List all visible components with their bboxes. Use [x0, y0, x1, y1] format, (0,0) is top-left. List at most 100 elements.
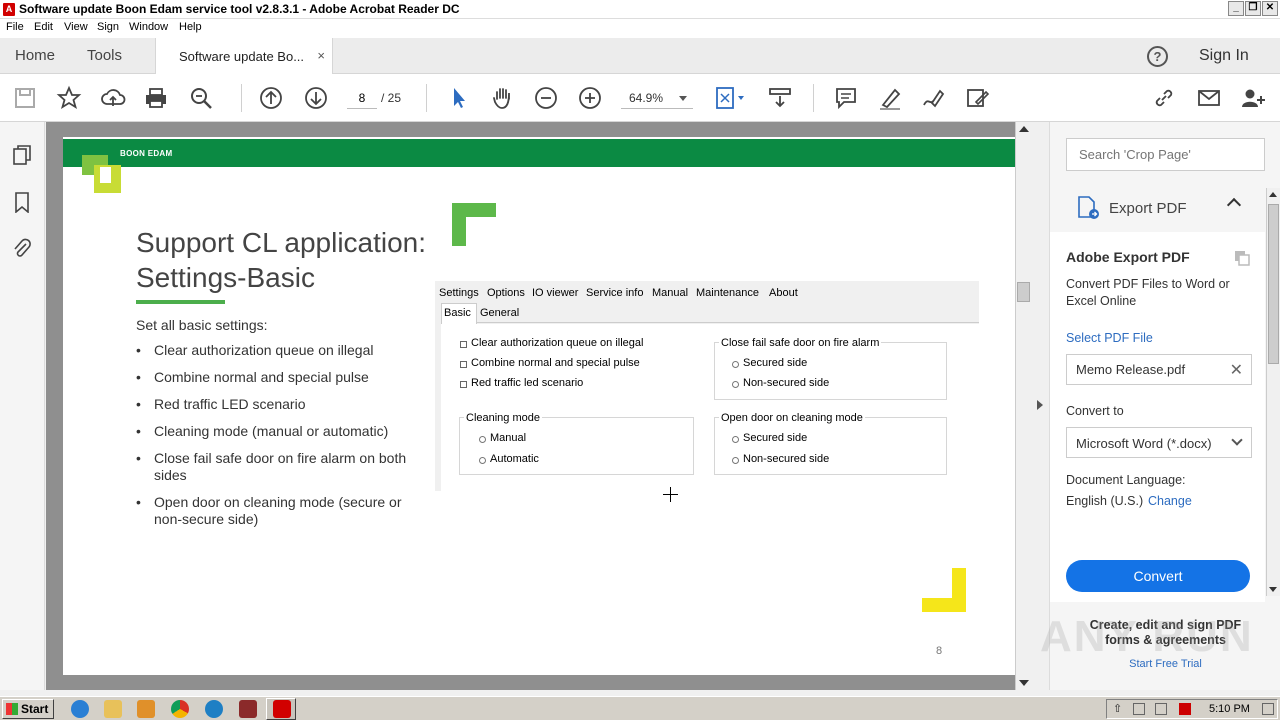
screenshot-menu-item: Settings — [439, 287, 479, 299]
acrobat-icon — [273, 700, 291, 718]
show-desktop-icon[interactable] — [1262, 703, 1274, 715]
right-tools-panel: Export PDF Adobe Export PDF Convert PDF … — [1049, 122, 1280, 690]
email-icon[interactable] — [1196, 85, 1222, 111]
collapse-right-arrow-icon[interactable] — [1037, 400, 1043, 410]
export-pdf-header[interactable]: Export PDF — [1050, 184, 1265, 232]
chevron-up-icon[interactable] — [1226, 197, 1242, 213]
document-scrollbar[interactable] — [1015, 122, 1031, 690]
pdf-page: BOON EDAM Support CL application: Settin… — [63, 137, 1015, 675]
system-tray: ⇧ 5:10 PM — [1106, 699, 1278, 719]
logo-shape — [100, 167, 111, 183]
sign-icon[interactable] — [920, 85, 946, 111]
acrobat-app-icon: A — [3, 3, 15, 16]
comment-icon[interactable] — [833, 85, 859, 111]
restore-button[interactable]: ❐ — [1245, 1, 1261, 16]
security-alert-icon[interactable] — [1179, 703, 1191, 715]
convert-button[interactable]: Convert — [1066, 560, 1250, 592]
watermark-text: ANY RUN — [1040, 612, 1254, 661]
fit-page-icon[interactable] — [713, 85, 749, 111]
slide-title: Support CL application: Settings-Basic — [136, 225, 426, 295]
select-cursor-icon[interactable] — [446, 85, 472, 111]
page-total: / 25 — [381, 91, 402, 105]
scrollbar-thumb[interactable] — [1268, 204, 1279, 364]
print-icon[interactable] — [143, 85, 169, 111]
clear-file-icon[interactable]: ✕ — [1230, 360, 1243, 380]
start-button[interactable]: Start — [2, 699, 54, 719]
tab-tools[interactable]: Tools — [87, 47, 122, 64]
acrobat-taskbar-button[interactable] — [266, 698, 296, 720]
zoom-level-dropdown[interactable]: 64.9% — [621, 87, 693, 109]
close-tab-icon[interactable]: × — [317, 48, 325, 63]
next-page-icon[interactable] — [303, 85, 329, 111]
left-navigation-rail — [0, 122, 45, 690]
page-number-input[interactable] — [347, 87, 377, 109]
minimize-button[interactable]: _ — [1228, 1, 1244, 16]
cleaning-mode-group — [459, 417, 694, 475]
previous-page-icon[interactable] — [258, 85, 284, 111]
upload-cloud-icon[interactable] — [100, 85, 126, 111]
menu-sign[interactable]: Sign — [97, 21, 119, 33]
search-zoom-icon[interactable] — [188, 85, 214, 111]
tray-expand-icon[interactable]: ⇧ — [1113, 702, 1122, 715]
bookmark-icon[interactable] — [11, 191, 33, 214]
menu-file[interactable]: File — [6, 21, 24, 33]
toolbar-divider — [426, 84, 427, 112]
scroll-mode-icon[interactable] — [767, 85, 793, 111]
network-icon[interactable] — [1155, 703, 1167, 715]
document-language-label: Document Language: — [1066, 473, 1186, 487]
header-band — [63, 139, 1015, 167]
radio-label: Manual — [490, 432, 527, 444]
change-language-link[interactable]: Change — [1148, 494, 1192, 508]
tool-search-input[interactable] — [1066, 138, 1265, 171]
export-pdf-icon — [1078, 196, 1099, 219]
scroll-down-icon[interactable] — [1019, 680, 1029, 686]
share-link-icon[interactable] — [1151, 85, 1177, 111]
scroll-up-icon[interactable] — [1269, 192, 1277, 197]
scroll-up-icon[interactable] — [1019, 126, 1029, 132]
scrollbar-thumb[interactable] — [1017, 282, 1030, 302]
chrome-icon[interactable] — [171, 700, 189, 718]
slide-page-number: 8 — [936, 645, 943, 657]
menu-edit[interactable]: Edit — [34, 21, 53, 33]
sign-in-link[interactable]: Sign In — [1199, 47, 1249, 65]
page-thumbnails-icon[interactable] — [11, 144, 33, 166]
checkbox-label: Combine normal and special pulse — [471, 357, 640, 369]
media-player-icon[interactable] — [137, 700, 155, 718]
selected-file-name: Memo Release.pdf — [1076, 362, 1186, 377]
menu-window[interactable]: Window — [129, 21, 168, 33]
right-panel-scrollbar[interactable] — [1266, 188, 1280, 596]
list-item: Combine normal and special pulse — [136, 369, 426, 386]
internet-explorer-icon[interactable] — [71, 700, 89, 718]
file-explorer-icon[interactable] — [104, 700, 122, 718]
attachment-icon[interactable] — [11, 237, 33, 259]
fill-sign-icon[interactable] — [964, 85, 990, 111]
star-icon[interactable] — [56, 85, 82, 111]
format-select[interactable]: Microsoft Word (*.docx) — [1066, 427, 1252, 458]
export-pdf-body: Adobe Export PDF Convert PDF Files to Wo… — [1050, 232, 1265, 602]
copy-icon[interactable] — [1233, 249, 1251, 267]
highlight-pen-icon[interactable] — [877, 85, 903, 111]
scroll-down-icon[interactable] — [1269, 587, 1277, 592]
zoom-out-icon[interactable] — [533, 85, 559, 111]
winrar-icon[interactable] — [239, 700, 257, 718]
hand-tool-icon[interactable] — [490, 85, 516, 111]
windows-taskbar: Start ⇧ 5:10 PM — [0, 696, 1280, 720]
select-pdf-link[interactable]: Select PDF File — [1066, 331, 1153, 345]
list-item: Open door on cleaning mode (secure or no… — [136, 494, 426, 528]
edge-icon[interactable] — [205, 700, 223, 718]
menu-help[interactable]: Help — [179, 21, 202, 33]
add-user-icon[interactable] — [1240, 85, 1266, 111]
help-icon[interactable]: ? — [1147, 46, 1168, 67]
menu-view[interactable]: View — [64, 21, 88, 33]
zoom-in-icon[interactable] — [577, 85, 603, 111]
open-door-group — [714, 417, 947, 475]
tab-document[interactable]: Software update Bo... × — [155, 38, 333, 75]
toolbar-divider — [813, 84, 814, 112]
volume-icon[interactable] — [1133, 703, 1145, 715]
tab-home[interactable]: Home — [15, 47, 55, 64]
selected-file-field[interactable]: Memo Release.pdf ✕ — [1066, 354, 1252, 385]
save-icon[interactable] — [12, 85, 38, 111]
taskbar-clock[interactable]: 5:10 PM — [1209, 703, 1250, 715]
screenshot-menu-item: About — [769, 287, 798, 299]
close-window-button[interactable]: ✕ — [1262, 1, 1278, 16]
